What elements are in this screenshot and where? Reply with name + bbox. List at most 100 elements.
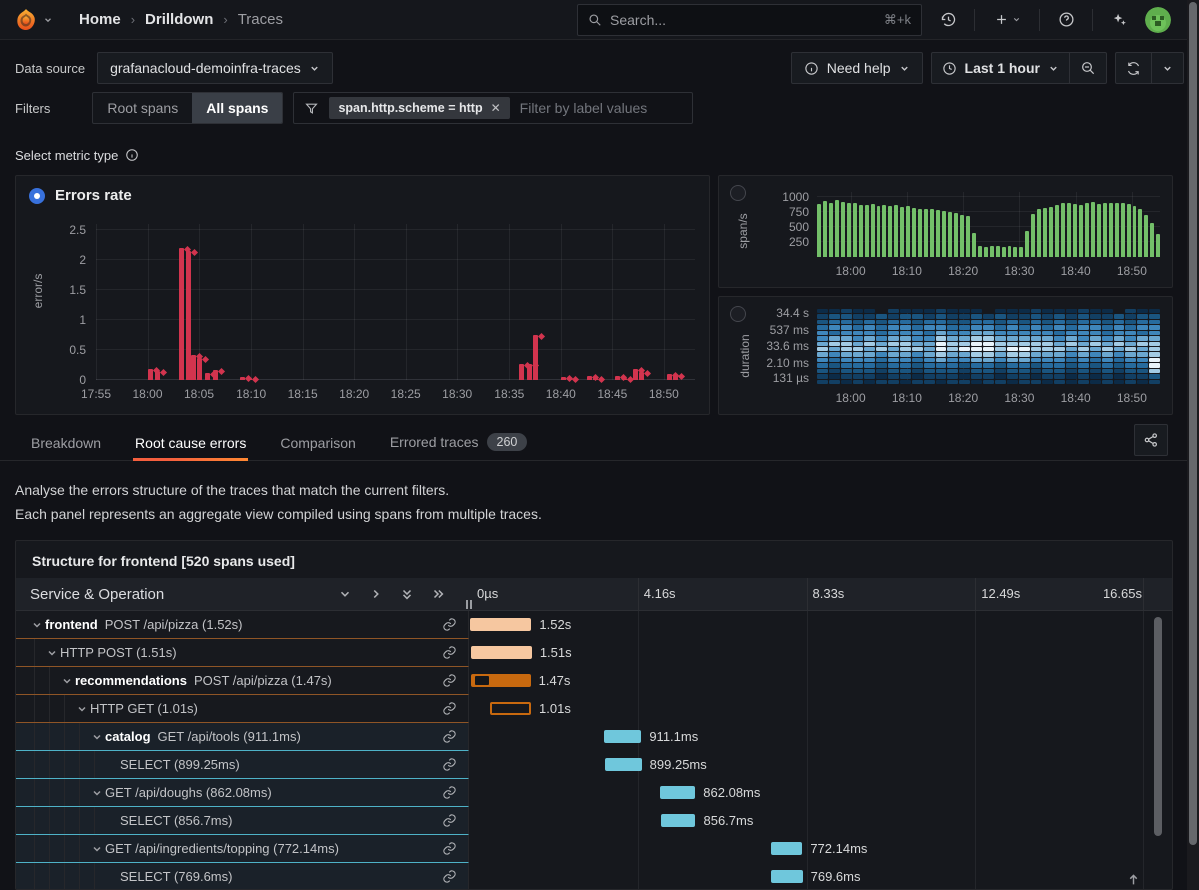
refresh-button[interactable]	[1116, 53, 1151, 83]
bar	[865, 205, 869, 257]
link-icon[interactable]	[442, 673, 457, 688]
breadcrumb-home[interactable]: Home	[79, 11, 121, 28]
link-icon[interactable]	[442, 869, 457, 884]
chevron-down-icon[interactable]	[43, 647, 60, 659]
duration-radio[interactable]	[730, 306, 746, 322]
link-icon[interactable]	[442, 617, 457, 632]
grafana-logo[interactable]	[14, 8, 53, 32]
link-icon[interactable]	[442, 813, 457, 828]
heatmap-cell	[971, 336, 982, 340]
heatmap-cell	[995, 363, 1006, 367]
spans-rate-panel[interactable]: span/s 2505007501000 18:0018:1018:2018:3…	[718, 175, 1173, 288]
gridline	[96, 224, 97, 380]
toggle-root-spans[interactable]: Root spans	[93, 93, 192, 123]
chevron-down-icon[interactable]	[58, 675, 75, 687]
heatmap-cell	[924, 374, 935, 378]
remove-filter-icon[interactable]: ✕	[491, 101, 501, 115]
point-marker	[191, 249, 198, 256]
time-range-picker[interactable]: Last 1 hour	[932, 53, 1069, 83]
duration-label: 1.51s	[532, 639, 572, 667]
heatmap-cell	[876, 369, 887, 373]
flame-graph: Service & Operation 0µs 4.16s 8.33s 12.4…	[16, 578, 1172, 890]
tab-breakdown[interactable]: Breakdown	[29, 429, 103, 460]
bar	[205, 373, 210, 380]
chevron-down-icon[interactable]	[28, 619, 45, 631]
tab-root-cause-errors[interactable]: Root cause errors	[133, 429, 248, 460]
need-help-button[interactable]: Need help	[791, 52, 923, 84]
heatmap-cell	[947, 342, 958, 346]
heatmap-cell	[876, 347, 887, 351]
expand-one-icon[interactable]	[369, 587, 383, 601]
history-icon[interactable]	[932, 4, 964, 36]
heatmap-cell	[1054, 369, 1065, 373]
duration-panel[interactable]: duration 34.4 s537 ms33.6 ms2.10 ms131 µ…	[718, 296, 1173, 415]
heatmap-cell	[1137, 309, 1148, 313]
chevron-down-icon[interactable]	[88, 843, 105, 855]
link-icon[interactable]	[442, 645, 457, 660]
duration-label: 1.01s	[531, 695, 571, 723]
bar	[984, 247, 988, 257]
row-service-cell: SELECT (769.6ms)	[16, 863, 469, 890]
heatmap-cell	[959, 320, 970, 324]
add-new-button[interactable]	[985, 4, 1029, 36]
heatmap-cell	[1019, 342, 1030, 346]
collapse-one-icon[interactable]	[338, 587, 352, 601]
help-icon[interactable]	[1050, 4, 1082, 36]
service-name: catalog	[105, 729, 151, 744]
bar	[912, 208, 916, 257]
errors-rate-panel[interactable]: Errors rate error/s 00.511.522.5 17:5518…	[15, 175, 710, 415]
row-timeline: 862.08ms	[469, 779, 1144, 807]
duration-bar	[771, 842, 802, 855]
y-tick-label: 750	[789, 205, 809, 219]
zoom-out-button[interactable]	[1070, 53, 1106, 83]
bar	[936, 210, 940, 257]
metric-type-text: Select metric type	[15, 148, 118, 163]
refresh-interval-dropdown[interactable]	[1152, 53, 1183, 83]
table-scrollbar[interactable]	[1154, 617, 1162, 884]
page-scrollbar[interactable]	[1187, 0, 1199, 890]
share-button[interactable]	[1134, 424, 1168, 456]
heatmap-cell	[1149, 331, 1160, 335]
chevron-down-icon[interactable]	[88, 731, 105, 743]
chevron-down-icon[interactable]	[73, 703, 90, 715]
breadcrumb-drilldown[interactable]: Drilldown	[145, 11, 213, 28]
tree-guide	[79, 779, 80, 806]
heatmap-cell	[1054, 380, 1065, 384]
point-marker	[572, 376, 579, 383]
link-icon[interactable]	[442, 785, 457, 800]
chevron-down-icon[interactable]	[88, 787, 105, 799]
data-source-select[interactable]: grafanacloud-demoinfra-traces	[97, 52, 333, 84]
filter-chip[interactable]: span.http.scheme = http ✕	[329, 97, 509, 119]
tab-errored-traces[interactable]: Errored traces 260	[388, 427, 530, 460]
axis-tick-label: 16.65s	[1103, 586, 1142, 601]
duration-label: 911.1ms	[641, 723, 698, 751]
row-service-cell: SELECT (856.7ms)	[16, 807, 469, 835]
errors-rate-radio[interactable]	[29, 188, 45, 204]
breadcrumb-separator: ›	[223, 12, 227, 27]
tab-comparison[interactable]: Comparison	[278, 429, 357, 460]
link-icon[interactable]	[442, 841, 457, 856]
link-icon[interactable]	[442, 757, 457, 772]
link-icon[interactable]	[442, 729, 457, 744]
heatmap-cell	[1114, 314, 1125, 318]
heatmap-cell	[1090, 336, 1101, 340]
heatmap-cell	[995, 374, 1006, 378]
label-filter-input[interactable]: span.http.scheme = http ✕ Filter by labe…	[293, 92, 693, 124]
refresh-group	[1115, 52, 1184, 84]
collapse-all-icon[interactable]	[400, 587, 414, 601]
heatmap-cell	[912, 380, 923, 384]
toggle-all-spans[interactable]: All spans	[192, 93, 282, 123]
user-avatar[interactable]	[1145, 7, 1171, 33]
bar	[1079, 205, 1083, 257]
spans-rate-radio[interactable]	[730, 185, 746, 201]
heatmap-cell	[1137, 314, 1148, 318]
ai-assistant-icon[interactable]	[1103, 4, 1135, 36]
heatmap-cell	[888, 347, 899, 351]
link-icon[interactable]	[442, 701, 457, 716]
heatmap-cell	[1019, 363, 1030, 367]
search-input[interactable]: Search... ⌘+k	[577, 4, 922, 36]
expand-all-icon[interactable]	[431, 587, 445, 601]
bar-notch	[475, 676, 490, 685]
heatmap-cell	[1090, 309, 1101, 313]
scroll-top-icon[interactable]	[1127, 873, 1140, 886]
